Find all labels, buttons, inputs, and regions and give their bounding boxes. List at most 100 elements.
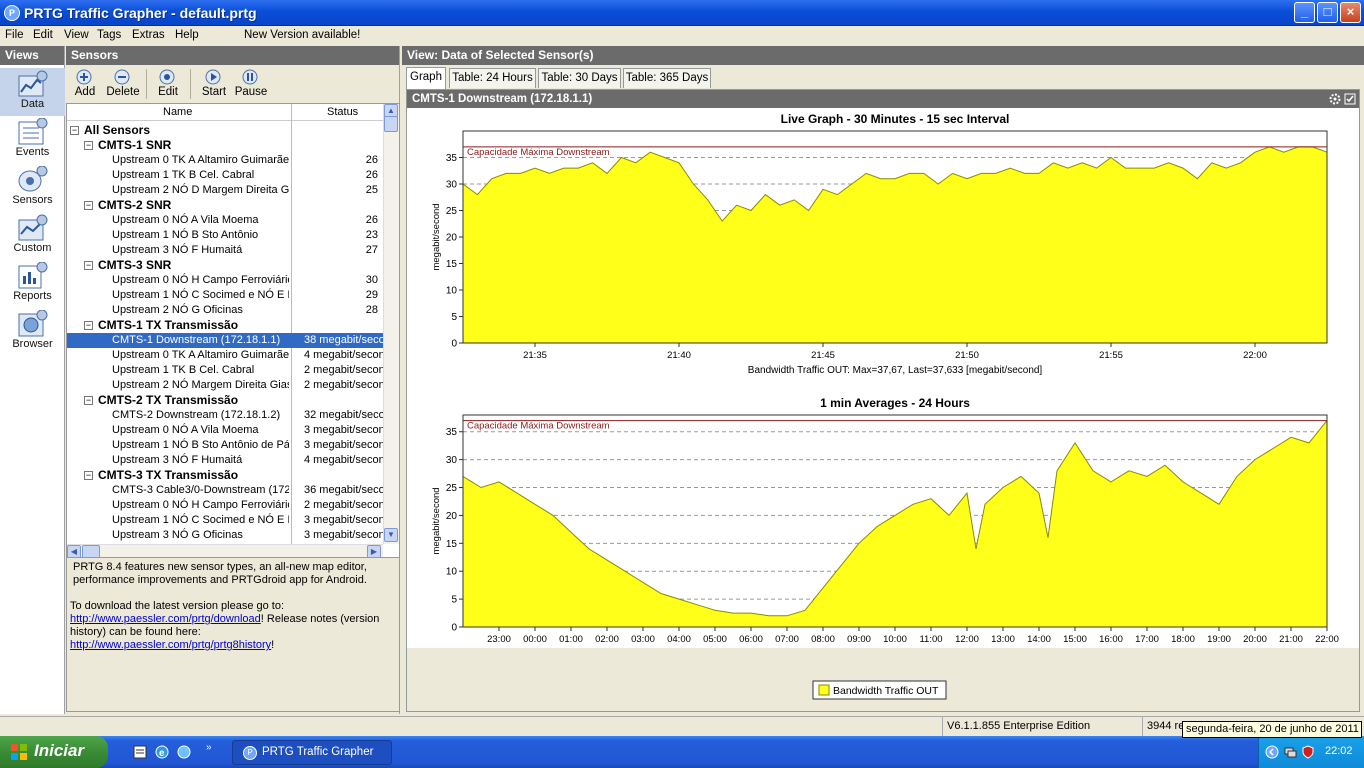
menu-help[interactable]: Help xyxy=(175,29,199,41)
tab-table-365-days[interactable]: Table: 365 Days xyxy=(623,68,711,88)
tree-sensor-row[interactable]: Upstream 0 NÓ A Vila Moema 3 megabit/seco… xyxy=(67,423,383,438)
app-icon[interactable]: P xyxy=(4,5,20,21)
tree-sensor-row[interactable]: Upstream 1 NÓ C Socimed e NÓ E M 3 megabi… xyxy=(67,513,383,528)
views-panel: Views Data Events Sensors Custom Reports… xyxy=(0,46,65,714)
tree-sensor-row[interactable]: Upstream 0 TK A Altamiro Guimarães 4 mega… xyxy=(67,348,383,363)
network-icon[interactable] xyxy=(1283,745,1297,759)
security-shield-icon[interactable] xyxy=(1301,745,1315,759)
menu-tags[interactable]: Tags xyxy=(97,29,121,41)
tree-sensor-row[interactable]: Upstream 2 NÓ Margem Direita Giassi 2 meg… xyxy=(67,378,383,393)
column-status[interactable]: Status xyxy=(327,106,358,118)
start-button[interactable]: Start xyxy=(200,68,228,98)
column-name[interactable]: Name xyxy=(163,106,192,118)
quicklaunch-browser-icon[interactable] xyxy=(176,744,192,760)
menu-edit[interactable]: Edit xyxy=(33,29,53,41)
view-reports[interactable]: Reports xyxy=(0,260,65,308)
delete-sensor-icon xyxy=(114,69,130,85)
sensor-status: 30 xyxy=(365,274,378,286)
sensor-status: 3 megabit/second xyxy=(304,424,383,436)
view-sensors[interactable]: Sensors xyxy=(0,164,65,212)
add-button[interactable]: Add xyxy=(72,68,98,98)
tray-expand-icon[interactable] xyxy=(1265,745,1279,759)
tree-sensor-row[interactable]: Upstream 3 NÓ F Humaitá 27 xyxy=(67,243,383,258)
settings-gear-icon[interactable] xyxy=(1329,93,1341,105)
sensor-name: Upstream 1 NÓ C Socimed e NÓ E M xyxy=(112,289,289,301)
tab-table-24-hours[interactable]: Table: 24 Hours xyxy=(449,68,536,88)
view-custom-label: Custom xyxy=(13,242,52,254)
tree-group[interactable]: − All Sensors xyxy=(67,123,383,138)
collapse-toggle-icon[interactable]: − xyxy=(84,141,93,150)
quicklaunch-expand-icon[interactable]: » xyxy=(206,742,212,753)
maximize-button[interactable]: □ xyxy=(1317,2,1338,23)
tree-group[interactable]: − CMTS-3 TX Transmissão xyxy=(67,468,383,483)
sensor-name: CMTS-2 SNR xyxy=(98,198,172,212)
vertical-scrollbar[interactable]: ▲ ▼ xyxy=(383,104,399,544)
x-tick-label: 21:45 xyxy=(811,350,835,361)
x-tick-label: 21:50 xyxy=(955,350,979,361)
collapse-toggle-icon[interactable]: − xyxy=(84,201,93,210)
new-version-notice[interactable]: New Version available! xyxy=(244,29,360,41)
edit-button[interactable]: Edit xyxy=(156,68,180,98)
collapse-toggle-icon[interactable]: − xyxy=(84,321,93,330)
tree-group[interactable]: − CMTS-3 SNR xyxy=(67,258,383,273)
tree-sensor-row[interactable]: Upstream 1 NÓ C Socimed e NÓ E M 29 xyxy=(67,288,383,303)
collapse-toggle-icon[interactable]: − xyxy=(84,396,93,405)
tree-sensor-row[interactable]: Upstream 3 NÓ G Oficinas 3 megabit/second xyxy=(67,528,383,543)
pause-button[interactable]: Pause xyxy=(234,68,268,98)
tree-sensor-row[interactable]: Upstream 1 TK B Cel. Cabral 2 megabit/sec… xyxy=(67,363,383,378)
tree-group[interactable]: − CMTS-1 TX Transmissão xyxy=(67,318,383,333)
tree-sensor-row[interactable]: Upstream 2 NÓ D Margem Direita Gia 25 xyxy=(67,183,383,198)
scroll-down-icon[interactable]: ▼ xyxy=(384,528,398,542)
sensor-name: Upstream 2 NÓ G Oficinas xyxy=(112,304,243,316)
tree-group[interactable]: − CMTS-2 SNR xyxy=(67,198,383,213)
start-button-taskbar[interactable]: Iniciar xyxy=(0,736,108,768)
tree-sensor-row[interactable]: Upstream 3 NÓ F Humaitá 4 megabit/second xyxy=(67,453,383,468)
view-data[interactable]: Data xyxy=(0,68,65,116)
download-link[interactable]: http://www.paessler.com/prtg/download xyxy=(70,613,261,625)
collapse-toggle-icon[interactable]: − xyxy=(70,126,79,135)
view-events[interactable]: Events xyxy=(0,116,65,164)
tree-header: Name Status xyxy=(67,104,383,121)
tree-group[interactable]: − CMTS-2 TX Transmissão xyxy=(67,393,383,408)
x-tick-label: 22:00 xyxy=(1243,350,1267,361)
tree-sensor-row[interactable]: Upstream 0 NÓ H Campo Ferroviário 2 megab… xyxy=(67,498,383,513)
y-tick-label: 15 xyxy=(446,539,458,550)
tree-sensor-row[interactable]: Upstream 2 NÓ G Oficinas 28 xyxy=(67,303,383,318)
sensor-name: CMTS-1 Downstream (172.18.1.1) xyxy=(112,334,281,346)
quicklaunch-ie-icon[interactable]: e xyxy=(154,744,170,760)
collapse-toggle-icon[interactable]: − xyxy=(84,261,93,270)
start-label: Start xyxy=(201,86,227,98)
view-custom[interactable]: Custom xyxy=(0,212,65,260)
checkbox-icon[interactable] xyxy=(1344,93,1356,105)
tree-sensor-row[interactable]: Upstream 1 NÓ B Sto Antônio 23 xyxy=(67,228,383,243)
view-browser[interactable]: Browser xyxy=(0,308,65,356)
minimize-button[interactable]: _ xyxy=(1294,2,1315,23)
tab-table-30-days[interactable]: Table: 30 Days xyxy=(538,68,621,88)
delete-button[interactable]: Delete xyxy=(106,68,140,98)
menu-view[interactable]: View xyxy=(64,29,89,41)
quicklaunch-notepad-icon[interactable] xyxy=(132,744,148,760)
tree-sensor-row[interactable]: CMTS-1 Downstream (172.18.1.1) 38 megabit… xyxy=(67,333,383,348)
menu-file[interactable]: File xyxy=(5,29,24,41)
y-axis-label: megabit/second xyxy=(431,487,442,554)
tree-sensor-row[interactable]: Upstream 1 TK B Cel. Cabral 26 xyxy=(67,168,383,183)
sensor-name: CMTS-2 Downstream (172.18.1.2) xyxy=(112,409,281,421)
tree-sensor-row[interactable]: CMTS-2 Downstream (172.18.1.2) 32 megabit… xyxy=(67,408,383,423)
tree-sensor-row[interactable]: Upstream 0 TK A Altamiro Guimarães 26 xyxy=(67,153,383,168)
scroll-thumb[interactable] xyxy=(384,116,398,132)
tab-graph[interactable]: Graph xyxy=(406,67,446,89)
collapse-toggle-icon[interactable]: − xyxy=(84,471,93,480)
menu-extras[interactable]: Extras xyxy=(132,29,165,41)
close-button[interactable]: × xyxy=(1340,2,1361,23)
tree-sensor-row[interactable]: Upstream 0 NÓ A Vila Moema 26 xyxy=(67,213,383,228)
tree-sensor-row[interactable]: Upstream 1 NÓ B Sto Antônio de Pádua 3 me… xyxy=(67,438,383,453)
tree-group[interactable]: − CMTS-1 SNR xyxy=(67,138,383,153)
x-tick-label: 08:00 xyxy=(811,634,835,645)
sensor-status: 3 megabit/second xyxy=(304,529,383,541)
sensor-name: Upstream 1 TK B Cel. Cabral xyxy=(112,364,255,376)
taskbar-app-button[interactable]: P PRTG Traffic Grapher xyxy=(232,740,392,765)
tree-sensor-row[interactable]: Upstream 0 NÓ H Campo Ferroviário 30 xyxy=(67,273,383,288)
custom-chart-icon xyxy=(18,214,47,241)
tree-sensor-row[interactable]: CMTS-3 Cable3/0-Downstream (172.18.1.3) 3… xyxy=(67,483,383,498)
history-link[interactable]: http://www.paessler.com/prtg/prtg8histor… xyxy=(70,639,271,651)
